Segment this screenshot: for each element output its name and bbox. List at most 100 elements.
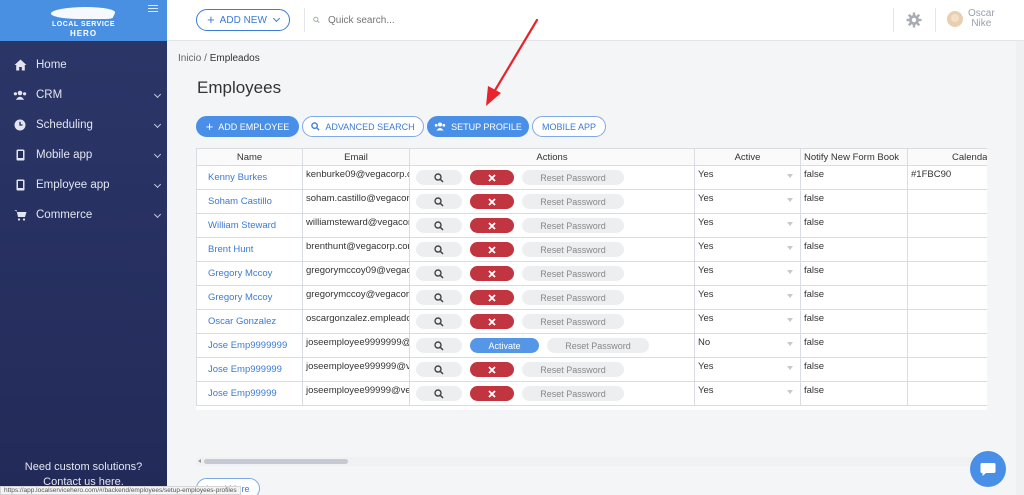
mobile-app-button[interactable]: MOBILE APP (532, 116, 606, 137)
notify-value: false (800, 261, 908, 286)
page-scrollbar[interactable] (1016, 41, 1024, 495)
col-header-active[interactable]: Active (694, 148, 801, 166)
reset-password-button[interactable]: Reset Password (522, 194, 624, 209)
active-select[interactable]: Yes (694, 237, 801, 262)
active-select[interactable]: Yes (694, 189, 801, 214)
active-select[interactable]: Yes (694, 357, 801, 382)
brand-logo[interactable]: LOCAL SERVICE HERO (29, 3, 139, 39)
col-header-email[interactable]: Email (302, 148, 410, 166)
notify-value: false (800, 357, 908, 382)
add-employee-button[interactable]: + ADD EMPLOYEE (196, 116, 299, 137)
scrollbar-thumb[interactable] (204, 459, 348, 464)
setup-profile-button[interactable]: SETUP PROFILE (427, 116, 529, 137)
reset-password-button[interactable]: Reset Password (522, 386, 624, 401)
mobile-app-label: MOBILE APP (541, 121, 597, 132)
active-select[interactable]: Yes (694, 165, 801, 190)
active-select[interactable]: Yes (694, 285, 801, 310)
reset-password-button[interactable]: Reset Password (522, 362, 624, 377)
employee-name-link[interactable]: Gregory Mccoy (196, 261, 303, 286)
employee-email: kenburke09@vegacorp.com (302, 165, 410, 190)
active-select[interactable]: Yes (694, 261, 801, 286)
deactivate-button[interactable] (470, 194, 514, 209)
chevron-down-icon (787, 342, 793, 346)
active-select[interactable]: No (694, 333, 801, 358)
sidebar-item-home[interactable]: Home (0, 50, 167, 80)
employee-name-link[interactable]: Gregory Mccoy (196, 285, 303, 310)
view-employee-button[interactable] (416, 290, 462, 305)
calendar-color (907, 357, 987, 382)
employee-name-link[interactable]: Jose Emp9999999 (196, 333, 303, 358)
sidebar-item-crm[interactable]: CRM (0, 80, 167, 110)
advanced-search-button[interactable]: ADVANCED SEARCH (302, 116, 424, 137)
reset-password-button[interactable]: Reset Password (522, 290, 624, 305)
active-value: Yes (698, 289, 714, 300)
deactivate-button[interactable] (470, 170, 514, 185)
employee-name-link[interactable]: Jose Emp999999 (196, 357, 303, 382)
chevron-down-icon (787, 198, 793, 202)
chat-button[interactable] (970, 451, 1006, 487)
reset-password-button[interactable]: Reset Password (522, 266, 624, 281)
quick-search-input[interactable] (328, 14, 408, 26)
employee-name-link[interactable]: Kenny Burkes (196, 165, 303, 190)
table-row: Jose Emp999999joseemployee999999@vegacor… (196, 357, 987, 382)
view-employee-button[interactable] (416, 362, 462, 377)
activate-button[interactable]: Activate (470, 338, 539, 353)
active-select[interactable]: Yes (694, 309, 801, 334)
hamburger-icon[interactable] (148, 5, 158, 13)
sidebar-item-scheduling[interactable]: Scheduling (0, 110, 167, 140)
chevron-down-icon (272, 14, 280, 23)
active-select[interactable]: Yes (694, 213, 801, 238)
breadcrumb-home[interactable]: Inicio (178, 53, 201, 64)
view-employee-button[interactable] (416, 242, 462, 257)
sidebar-item-commerce[interactable]: Commerce (0, 200, 167, 230)
view-employee-button[interactable] (416, 170, 462, 185)
view-employee-button[interactable] (416, 218, 462, 233)
sidebar-item-employee-app[interactable]: Employee app (0, 170, 167, 200)
user-menu[interactable]: Oscar Nike (947, 9, 995, 29)
reset-password-button[interactable]: Reset Password (522, 242, 624, 257)
reset-password-button[interactable]: Reset Password (522, 170, 624, 185)
quick-search[interactable] (313, 10, 408, 30)
close-icon (488, 221, 496, 230)
deactivate-button[interactable] (470, 314, 514, 329)
employee-name-link[interactable]: Oscar Gonzalez (196, 309, 303, 334)
col-header-notify[interactable]: Notify New Form Book (800, 148, 908, 166)
employee-name-link[interactable]: William Steward (196, 213, 303, 238)
employee-name-link[interactable]: Brent Hunt (196, 237, 303, 262)
deactivate-button[interactable] (470, 218, 514, 233)
col-header-calendar[interactable]: Calendar (907, 148, 987, 166)
deactivate-button[interactable] (470, 290, 514, 305)
sidebar-item-label: Commerce (36, 209, 93, 221)
active-select[interactable]: Yes (694, 381, 801, 406)
deactivate-button[interactable] (470, 266, 514, 281)
employee-email: williamsteward@vegacorp.com (302, 213, 410, 238)
sidebar-item-mobile-app[interactable]: Mobile app (0, 140, 167, 170)
search-icon (311, 122, 320, 131)
notify-value: false (800, 333, 908, 358)
sidebar-item-label: CRM (36, 89, 63, 101)
table-row: William Stewardwilliamsteward@vegacorp.c… (196, 213, 987, 238)
reset-password-button[interactable]: Reset Password (547, 338, 649, 353)
view-employee-button[interactable] (416, 314, 462, 329)
scroll-left-arrow[interactable] (198, 459, 201, 463)
employee-name-link[interactable]: Jose Emp99999 (196, 381, 303, 406)
reset-password-button[interactable]: Reset Password (522, 314, 624, 329)
reset-password-button[interactable]: Reset Password (522, 218, 624, 233)
search-icon (313, 16, 320, 24)
deactivate-button[interactable] (470, 242, 514, 257)
chevron-down-icon (153, 150, 162, 159)
row-actions: Activate Reset Password (409, 333, 695, 358)
employee-name-link[interactable]: Soham Castillo (196, 189, 303, 214)
col-header-name[interactable]: Name (196, 148, 303, 166)
view-employee-button[interactable] (416, 338, 462, 353)
view-employee-button[interactable] (416, 266, 462, 281)
sidebar-nav: Home CRM Scheduling Mobile app Employee app C… (0, 50, 167, 230)
table-row: Brent Hunt brenthunt@vegacorp.com Reset Pa… (196, 237, 987, 262)
view-employee-button[interactable] (416, 386, 462, 401)
gear-icon[interactable] (906, 12, 922, 28)
deactivate-button[interactable] (470, 386, 514, 401)
view-employee-button[interactable] (416, 194, 462, 209)
add-new-button[interactable]: + ADD NEW (196, 9, 290, 31)
deactivate-button[interactable] (470, 362, 514, 377)
horizontal-scrollbar[interactable] (196, 457, 987, 466)
